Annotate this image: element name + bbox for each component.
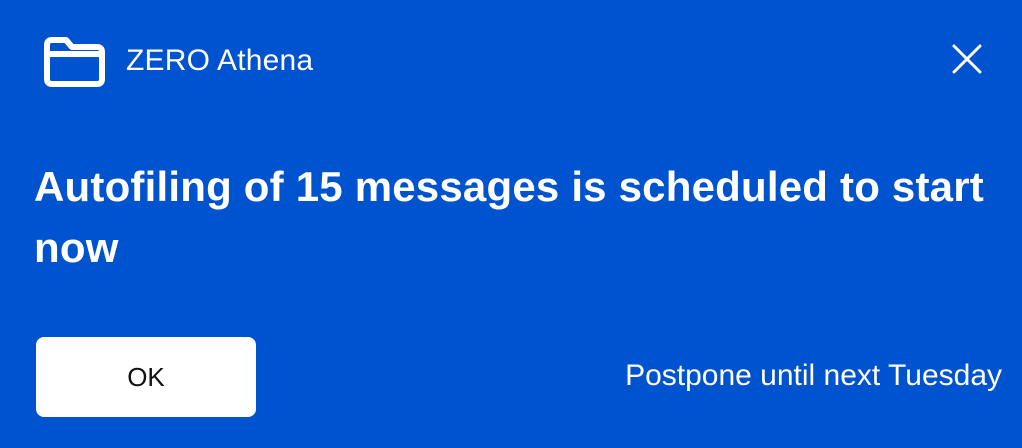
close-icon (952, 44, 982, 74)
app-name: ZERO Athena (126, 44, 314, 77)
ok-button[interactable]: OK (36, 337, 256, 417)
notification-message: Autofiling of 15 messages is scheduled t… (34, 163, 984, 271)
close-button[interactable] (946, 38, 988, 80)
notification-toast: ZERO Athena Autofiling of 15 messages is… (0, 0, 1022, 448)
folder-icon (44, 37, 105, 87)
postpone-button[interactable]: Postpone until next Tuesday (625, 358, 1002, 394)
notification-header: ZERO Athena (42, 34, 313, 88)
